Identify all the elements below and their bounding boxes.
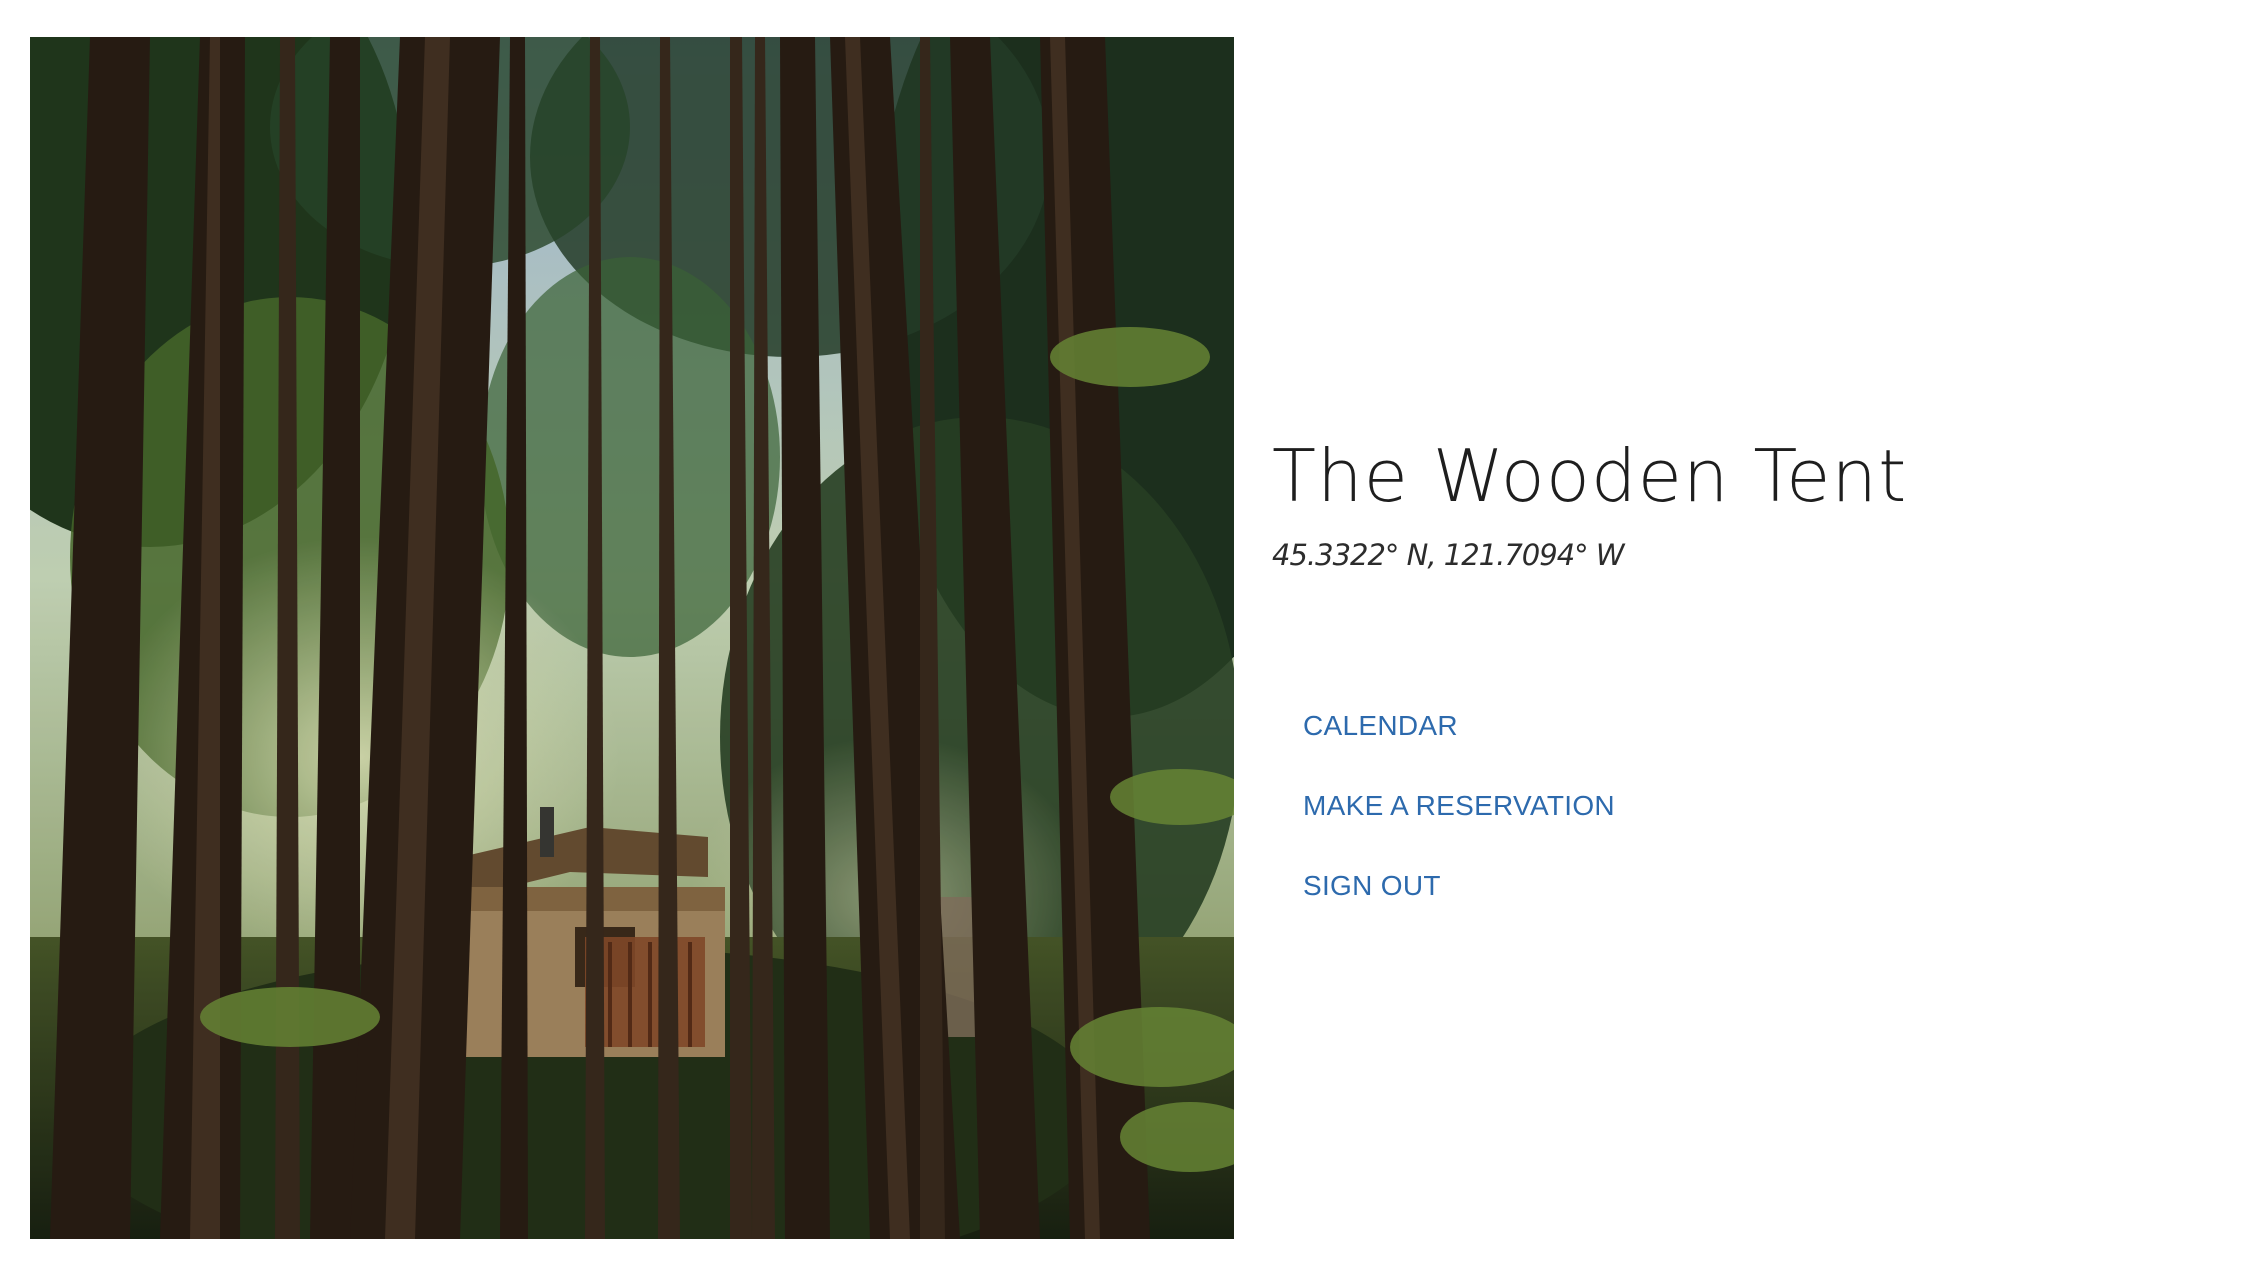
nav-item-reservation: MAKE A RESERVATION (1303, 780, 1615, 860)
site-coordinates: 45.3322° N, 121.7094° W (1272, 538, 1625, 572)
site-title: The Wooden Tent (1272, 434, 1908, 518)
calendar-link[interactable]: CALENDAR (1303, 710, 1458, 741)
main-nav: CALENDAR MAKE A RESERVATION SIGN OUT (1303, 700, 1615, 940)
sign-out-link[interactable]: SIGN OUT (1303, 870, 1441, 901)
make-reservation-link[interactable]: MAKE A RESERVATION (1303, 790, 1615, 821)
cabin-in-forest-photo (30, 37, 1234, 1239)
nav-item-calendar: CALENDAR (1303, 700, 1615, 780)
site-header: The Wooden Tent 45.3322° N, 121.7094° W (1272, 430, 2172, 572)
nav-item-sign-out: SIGN OUT (1303, 860, 1615, 940)
hero-photo (30, 37, 1234, 1239)
